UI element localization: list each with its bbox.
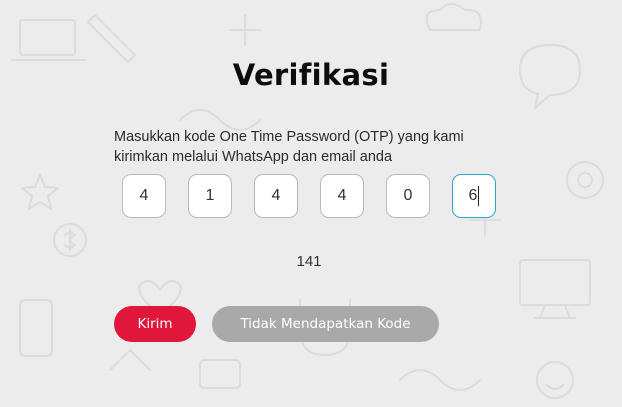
otp-digit-2[interactable]: 1 <box>188 174 232 218</box>
page-title: Verifikasi <box>232 58 390 92</box>
send-button[interactable]: Kirim <box>114 306 196 342</box>
text-caret <box>478 186 480 206</box>
otp-digit-5-value: 0 <box>403 187 413 204</box>
otp-digit-1[interactable]: 4 <box>122 174 166 218</box>
instruction-line-2: kirimkan melalui WhatsApp dan email anda <box>114 149 393 165</box>
otp-digit-5[interactable]: 0 <box>386 174 430 218</box>
otp-digit-6[interactable]: 6 <box>452 174 496 218</box>
otp-digit-4-value: 4 <box>337 187 347 204</box>
countdown-timer: 141 <box>296 253 322 270</box>
otp-digit-3-value: 4 <box>271 187 281 204</box>
otp-input-group: 4 1 4 4 0 6 <box>122 174 496 218</box>
otp-digit-4[interactable]: 4 <box>320 174 364 218</box>
otp-digit-6-value: 6 <box>468 187 478 204</box>
resend-code-button[interactable]: Tidak Mendapatkan Kode <box>212 306 439 342</box>
otp-digit-1-value: 4 <box>139 187 149 204</box>
instruction-text: Masukkan kode One Time Password (OTP) ya… <box>114 127 514 167</box>
otp-digit-3[interactable]: 4 <box>254 174 298 218</box>
verification-panel: Verifikasi Masukkan kode One Time Passwo… <box>0 0 622 407</box>
otp-digit-2-value: 1 <box>205 187 215 204</box>
instruction-line-1: Masukkan kode One Time Password (OTP) ya… <box>114 129 464 145</box>
